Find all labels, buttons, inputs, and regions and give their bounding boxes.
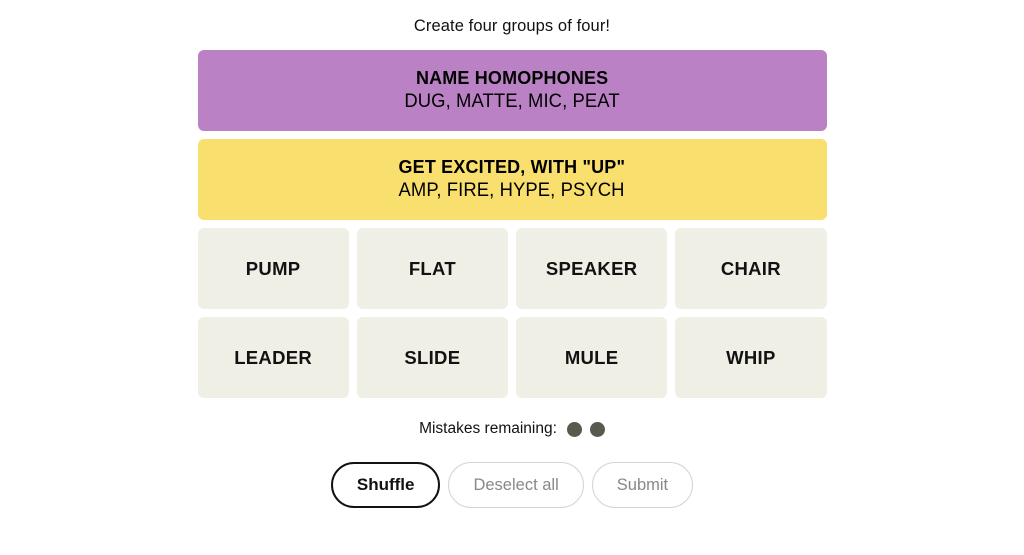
mistakes-dots bbox=[566, 421, 605, 437]
shuffle-button[interactable]: Shuffle bbox=[330, 462, 441, 508]
tile-row: LEADER SLIDE MULE WHIP bbox=[197, 317, 827, 398]
solved-group-title: GET EXCITED, WITH "UP" bbox=[398, 156, 626, 177]
word-tile[interactable]: WHIP bbox=[675, 317, 827, 398]
word-tile[interactable]: LEADER bbox=[197, 317, 349, 398]
solved-group-title: NAME HOMOPHONES bbox=[415, 67, 609, 88]
solved-group-yellow: GET EXCITED, WITH "UP" AMP, FIRE, HYPE, … bbox=[197, 139, 827, 220]
mistakes-remaining: Mistakes remaining: bbox=[419, 420, 605, 438]
solved-group-words: AMP, FIRE, HYPE, PSYCH bbox=[398, 180, 626, 201]
word-tile[interactable]: PUMP bbox=[197, 228, 349, 309]
solved-group-words: DUG, MATTE, MIC, PEAT bbox=[404, 91, 620, 112]
game-board: NAME HOMOPHONES DUG, MATTE, MIC, PEAT GE… bbox=[197, 50, 827, 398]
tile-row: PUMP FLAT SPEAKER CHAIR bbox=[197, 228, 827, 309]
mistakes-label: Mistakes remaining: bbox=[419, 420, 557, 437]
mistake-dot bbox=[589, 421, 605, 437]
mistake-dot bbox=[566, 421, 582, 437]
page-title: Create four groups of four! bbox=[413, 17, 611, 35]
word-tile[interactable]: CHAIR bbox=[675, 228, 827, 309]
connections-game: Create four groups of four! NAME HOMOPHO… bbox=[0, 0, 1024, 555]
solved-group-purple: NAME HOMOPHONES DUG, MATTE, MIC, PEAT bbox=[197, 50, 827, 131]
deselect-all-button[interactable]: Deselect all bbox=[448, 462, 584, 508]
word-tile[interactable]: FLAT bbox=[356, 228, 508, 309]
control-buttons: Shuffle Deselect all Submit bbox=[330, 462, 694, 508]
submit-button[interactable]: Submit bbox=[591, 462, 694, 508]
word-tile[interactable]: SPEAKER bbox=[516, 228, 668, 309]
word-tile[interactable]: MULE bbox=[516, 317, 668, 398]
word-tile[interactable]: SLIDE bbox=[356, 317, 508, 398]
